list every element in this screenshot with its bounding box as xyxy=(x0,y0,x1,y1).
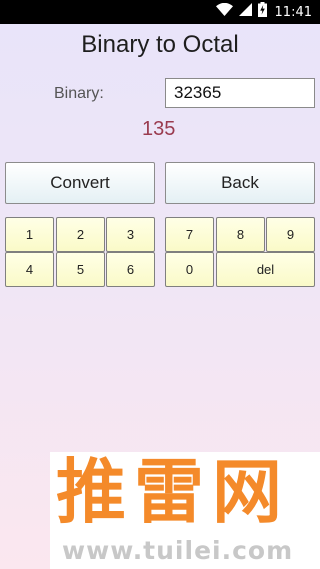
page-title: Binary to Octal xyxy=(81,31,239,58)
back-button[interactable]: Back xyxy=(165,162,315,204)
status-time: 11:41 xyxy=(274,4,312,20)
key-5[interactable]: 5 xyxy=(56,252,105,287)
key-8[interactable]: 8 xyxy=(216,217,265,252)
status-bar: 11:41 xyxy=(0,0,320,24)
key-1[interactable]: 1 xyxy=(5,217,54,252)
signal-icon xyxy=(238,3,252,21)
watermark-logo: 推雷网 xyxy=(56,451,290,533)
key-7[interactable]: 7 xyxy=(165,217,214,252)
status-icons: 11:41 xyxy=(215,0,312,24)
watermark: 推雷网 www.tuilei.com xyxy=(50,451,320,569)
key-4[interactable]: 4 xyxy=(5,252,54,287)
wifi-icon xyxy=(215,2,233,21)
convert-button[interactable]: Convert xyxy=(5,162,155,204)
octal-result: 135 xyxy=(142,118,176,140)
binary-label: Binary: xyxy=(54,85,104,102)
watermark-url: www.tuilei.com xyxy=(62,536,294,565)
key-3[interactable]: 3 xyxy=(106,217,155,252)
battery-charging-icon xyxy=(257,2,267,22)
key-9[interactable]: 9 xyxy=(266,217,315,252)
delete-key[interactable]: del xyxy=(216,252,315,287)
key-2[interactable]: 2 xyxy=(56,217,105,252)
key-0[interactable]: 0 xyxy=(165,252,214,287)
binary-input[interactable] xyxy=(165,78,315,108)
key-6[interactable]: 6 xyxy=(106,252,155,287)
